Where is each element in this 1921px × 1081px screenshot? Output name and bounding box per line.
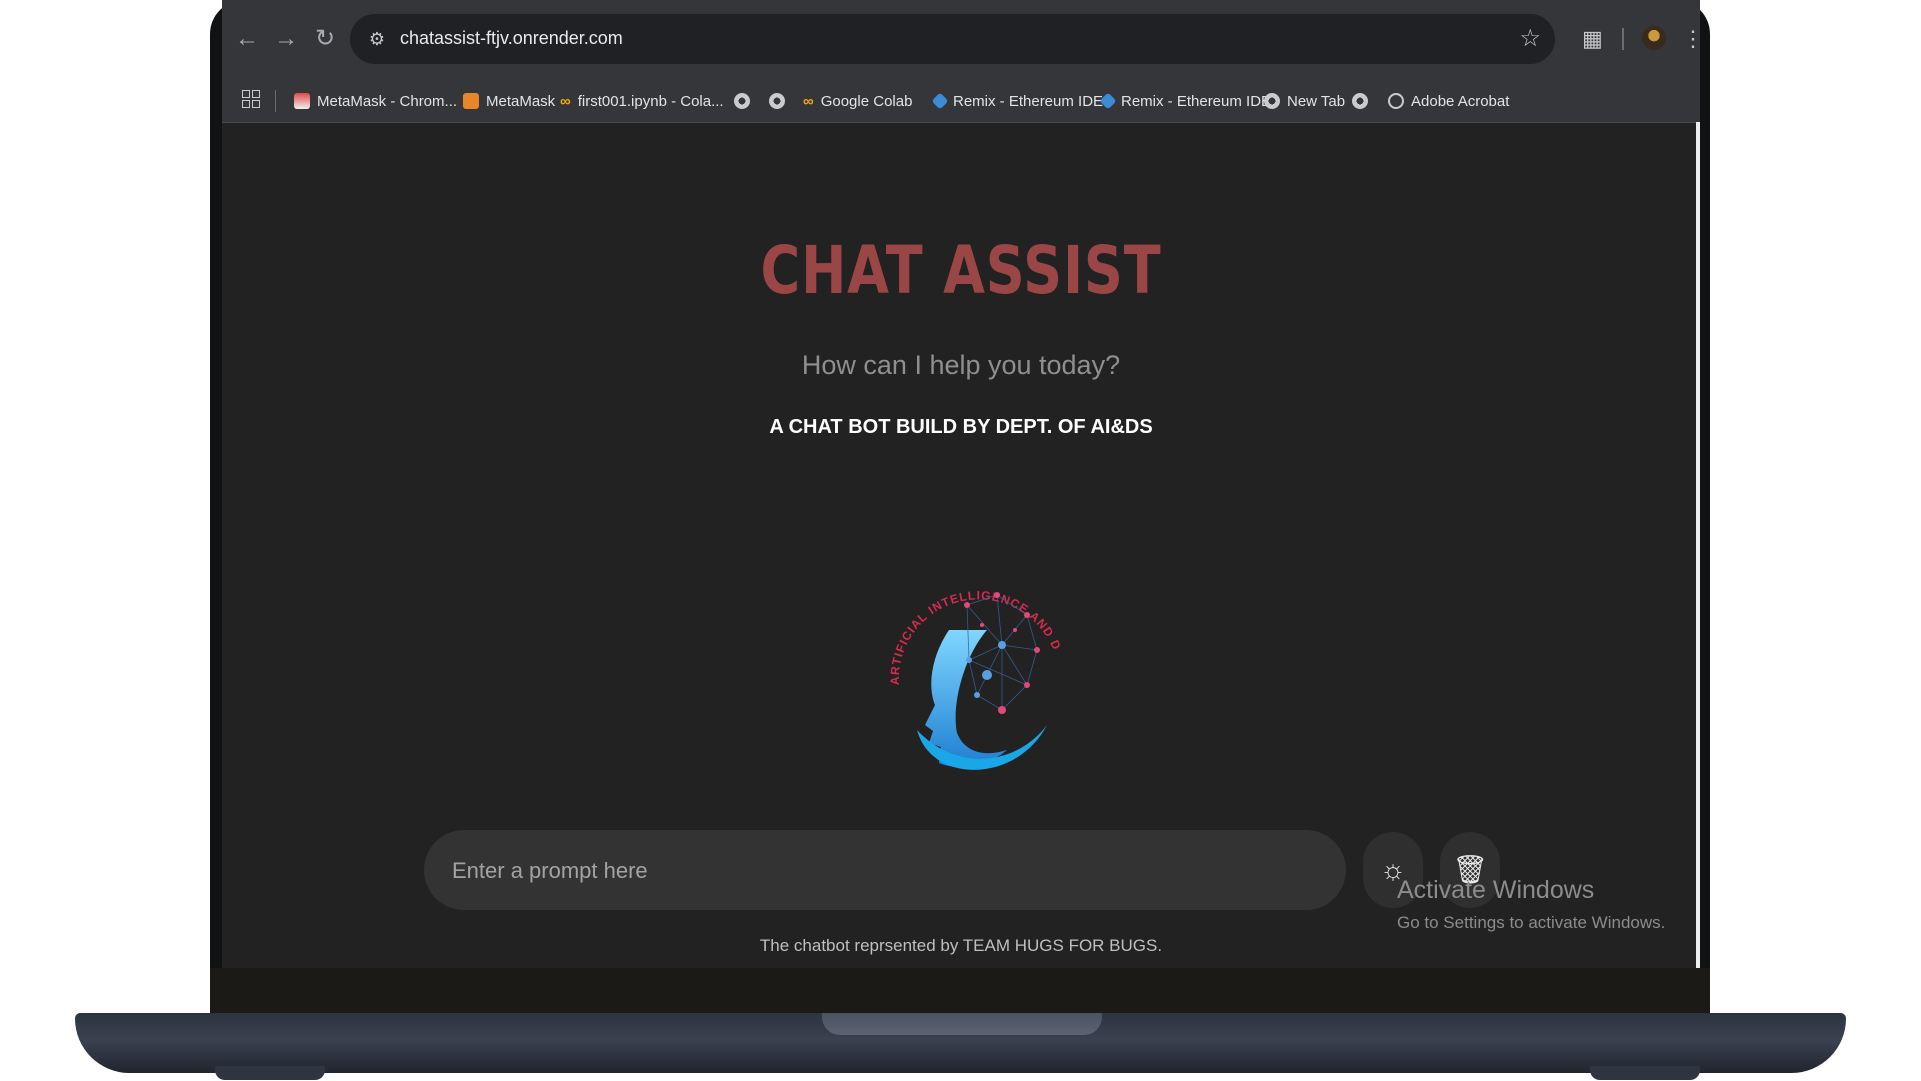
bookmark-remix-2[interactable]: Remix - Ethereum IDE <box>1099 88 1272 114</box>
metamask-fox-icon <box>463 93 479 109</box>
bookmark-label: first001.ipynb - Cola... <box>577 92 724 110</box>
laptop-foot-right <box>1590 1066 1700 1080</box>
activate-windows-title: Activate Windows <box>1397 876 1595 904</box>
profile-avatar[interactable] <box>1642 26 1666 50</box>
globe-icon <box>1388 93 1404 109</box>
forward-icon[interactable]: → <box>269 22 303 56</box>
bookmark-label: Adobe Acrobat <box>1411 92 1510 110</box>
bookmark-new-tab[interactable]: New Tab <box>1264 88 1345 114</box>
site-info-icon[interactable]: ⚙ <box>364 26 390 52</box>
bookmark-globe-3[interactable] <box>1352 88 1368 114</box>
bookmarks-divider <box>275 90 276 112</box>
globe-icon <box>769 93 785 109</box>
page-scrollbar[interactable] <box>1696 122 1700 968</box>
laptop-chin <box>210 968 1710 1013</box>
bookmark-label: Remix - Ethereum IDE <box>953 92 1104 110</box>
page-subtitle: How can I help you today? <box>801 350 1121 380</box>
bookmark-label: MetaMask - Chrom... <box>317 92 458 110</box>
remix-icon <box>931 92 949 110</box>
page-footer: The chatbot reprsented by TEAM HUGS FOR … <box>759 936 1163 955</box>
bookmark-label: MetaMask <box>486 92 556 110</box>
toolbar-divider <box>1622 28 1624 50</box>
activate-windows-watermark: Activate Windows Go to Settings to activ… <box>1397 876 1665 933</box>
laptop-foot-left <box>215 1066 325 1080</box>
bookmark-label: Google Colab <box>820 92 913 110</box>
bookmarks-bar: MetaMask - Chrom... MetaMask ∞ first001.… <box>222 80 1700 123</box>
laptop-notch <box>822 1013 1102 1035</box>
head-silhouette <box>925 630 1007 767</box>
bookmark-google-colab[interactable]: ∞ Google Colab <box>803 88 912 114</box>
page-title: CHAT ASSIST <box>760 232 1162 309</box>
activate-windows-subtitle: Go to Settings to activate Windows. <box>1397 913 1666 932</box>
url-text[interactable]: chatassist-ftjv.onrender.com <box>400 28 623 49</box>
reload-icon[interactable]: ↻ <box>308 22 342 56</box>
colab-icon: ∞ <box>803 92 814 110</box>
bookmark-colab-notebook[interactable]: ∞ first001.ipynb - Cola... <box>560 88 724 114</box>
browser-toolbar: ← → ↻ ⚙ chatassist-ftjv.onrender.com ☆ ▦… <box>222 0 1700 80</box>
bookmark-metamask[interactable]: MetaMask <box>463 88 555 114</box>
apps-grid-icon[interactable] <box>242 90 260 108</box>
globe-icon <box>1352 93 1368 109</box>
metamask-store-icon <box>294 93 310 109</box>
laptop-screen: ← → ↻ ⚙ chatassist-ftjv.onrender.com ☆ ▦… <box>222 0 1700 968</box>
svg-text:ARTIFICIAL INTELLIGENCE AND DA: ARTIFICIAL INTELLIGENCE AND DATA SCIENCE <box>877 535 1064 685</box>
bookmark-label: Remix - Ethereum IDE <box>1121 92 1272 110</box>
bookmark-adobe-acrobat[interactable]: Adobe Acrobat <box>1388 88 1509 114</box>
back-icon[interactable]: ← <box>230 22 264 56</box>
logo-arc-text: ARTIFICIAL INTELLIGENCE AND DATA SCIENCE <box>877 535 1063 685</box>
bookmark-globe-2[interactable] <box>769 88 785 114</box>
ai-ds-logo: ARTIFICIAL INTELLIGENCE AND DATA SCIENCE <box>877 535 1064 770</box>
remix-icon <box>1099 92 1117 110</box>
bookmark-metamask-store[interactable]: MetaMask - Chrom... <box>294 88 457 114</box>
bookmark-remix-1[interactable]: Remix - Ethereum IDE <box>931 88 1104 114</box>
globe-icon <box>1264 93 1280 109</box>
extensions-icon[interactable]: ▦ <box>1582 22 1603 56</box>
prompt-input[interactable] <box>450 850 1314 892</box>
bookmark-label: New Tab <box>1287 92 1346 110</box>
bookmark-globe-1[interactable] <box>734 88 750 114</box>
menu-kebab-icon[interactable]: ⋮ <box>1682 22 1700 56</box>
colab-icon: ∞ <box>560 92 571 110</box>
page-tagline: A CHAT BOT BUILD BY DEPT. OF AI&DS <box>769 416 1153 438</box>
address-bar[interactable]: ⚙ chatassist-ftjv.onrender.com ☆ <box>350 14 1555 64</box>
bookmark-star-icon[interactable]: ☆ <box>1519 24 1541 53</box>
globe-icon <box>734 93 750 109</box>
prompt-bar <box>424 830 1346 910</box>
